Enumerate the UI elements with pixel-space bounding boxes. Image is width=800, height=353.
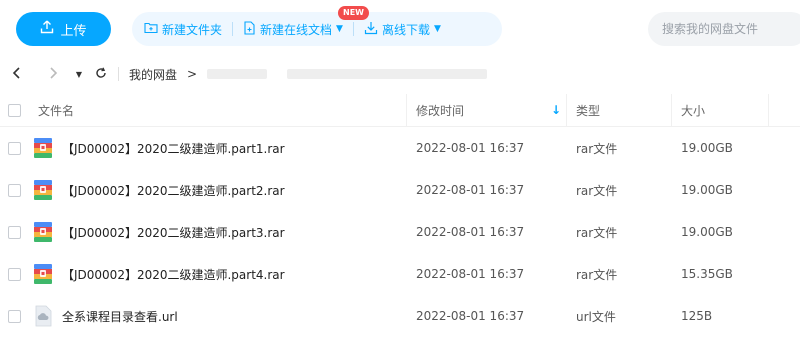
divider xyxy=(118,67,119,81)
file-size: 19.00GB xyxy=(681,225,733,239)
forward-button[interactable] xyxy=(42,63,64,85)
caret-down-icon: ▼ xyxy=(75,69,83,79)
file-modified: 2022-08-01 16:37 xyxy=(416,267,525,281)
column-header-type[interactable]: 类型 xyxy=(576,94,600,126)
search-box[interactable] xyxy=(648,12,800,46)
rar-archive-icon xyxy=(33,211,53,253)
new-folder-label: 新建文件夹 xyxy=(162,22,223,37)
file-size: 125B xyxy=(681,309,713,323)
action-group: 新建文件夹 新建在线文档 ▼ 离线下载 ▼ xyxy=(132,12,502,46)
file-type: rar文件 xyxy=(576,225,618,240)
row-checkbox[interactable] xyxy=(8,225,21,239)
caret-down-icon: ▼ xyxy=(336,24,343,34)
toolbar: 上传 新建文件夹 新建在线文档 ▼ 离线下载 ▼ NEW xyxy=(0,0,800,56)
file-type: rar文件 xyxy=(576,141,618,156)
new-folder-icon xyxy=(144,21,158,37)
table-row[interactable]: 【JD00002】2020二级建造师.part2.rar 2022-08-01 … xyxy=(0,169,800,211)
file-modified: 2022-08-01 16:37 xyxy=(416,183,525,197)
new-online-doc-label: 新建在线文档 xyxy=(260,22,333,37)
breadcrumb-redacted xyxy=(287,69,488,79)
rar-archive-icon xyxy=(33,169,53,211)
new-doc-icon xyxy=(243,20,256,38)
chevron-left-icon xyxy=(12,66,22,82)
url-file-icon xyxy=(33,295,53,337)
table-row[interactable]: 【JD00002】2020二级建造师.part4.rar 2022-08-01 … xyxy=(0,253,800,295)
refresh-button[interactable] xyxy=(90,63,112,85)
search-input[interactable] xyxy=(660,21,800,37)
file-name[interactable]: 全系课程目录查看.url xyxy=(62,295,178,337)
file-size: 19.00GB xyxy=(681,183,733,197)
table-row[interactable]: 【JD00002】2020二级建造师.part3.rar 2022-08-01 … xyxy=(0,211,800,253)
column-header-name[interactable]: 文件名 xyxy=(38,94,74,126)
offline-download-button[interactable]: 离线下载 ▼ xyxy=(364,21,441,38)
file-type: rar文件 xyxy=(576,267,618,282)
file-size: 15.35GB xyxy=(681,267,733,281)
file-name[interactable]: 【JD00002】2020二级建造师.part3.rar xyxy=(62,211,285,253)
row-checkbox[interactable] xyxy=(8,141,21,155)
file-size: 19.00GB xyxy=(681,141,733,155)
select-all-checkbox-cell[interactable] xyxy=(8,94,21,126)
file-modified: 2022-08-01 16:37 xyxy=(416,225,525,239)
breadcrumb-separator: > xyxy=(187,67,198,81)
table-header: 文件名 修改时间 ↓ 类型 大小 xyxy=(0,94,800,127)
table-row[interactable]: 【JD00002】2020二级建造师.part1.rar 2022-08-01 … xyxy=(0,127,800,169)
breadcrumb: ▼ 我的网盘 > xyxy=(0,60,800,88)
breadcrumb-root[interactable]: 我的网盘 xyxy=(129,66,177,83)
file-table: 文件名 修改时间 ↓ 类型 大小 【JD00002】2020二级建造师.part… xyxy=(0,94,800,337)
file-modified: 2022-08-01 16:37 xyxy=(416,309,525,323)
rar-archive-icon xyxy=(33,127,53,169)
offline-download-label: 离线下载 xyxy=(381,22,430,37)
file-modified: 2022-08-01 16:37 xyxy=(416,141,525,155)
sort-arrow-icon[interactable]: ↓ xyxy=(551,94,561,126)
row-checkbox[interactable] xyxy=(8,183,21,197)
refresh-icon xyxy=(95,67,107,82)
file-name[interactable]: 【JD00002】2020二级建造师.part4.rar xyxy=(62,253,285,295)
column-divider xyxy=(768,94,769,126)
column-divider xyxy=(566,94,567,126)
download-icon xyxy=(364,21,378,38)
new-badge: NEW xyxy=(338,6,369,20)
file-type: url文件 xyxy=(576,309,616,324)
file-type: rar文件 xyxy=(576,183,618,198)
divider xyxy=(232,22,234,36)
row-checkbox[interactable] xyxy=(8,267,21,281)
rar-archive-icon xyxy=(33,253,53,295)
chevron-right-icon xyxy=(48,66,58,82)
new-online-doc-button[interactable]: 新建在线文档 ▼ xyxy=(243,20,343,38)
file-name[interactable]: 【JD00002】2020二级建造师.part1.rar xyxy=(62,127,285,169)
select-all-checkbox[interactable] xyxy=(8,103,21,117)
file-name[interactable]: 【JD00002】2020二级建造师.part2.rar xyxy=(62,169,285,211)
column-header-size[interactable]: 大小 xyxy=(681,94,705,126)
divider xyxy=(352,22,354,36)
new-folder-button[interactable]: 新建文件夹 xyxy=(144,21,222,38)
column-divider xyxy=(671,94,672,126)
breadcrumb-redacted xyxy=(207,69,268,79)
column-divider xyxy=(406,94,407,126)
upload-icon xyxy=(40,20,54,38)
back-button[interactable] xyxy=(6,63,28,85)
caret-down-icon: ▼ xyxy=(433,24,441,34)
column-header-modified[interactable]: 修改时间 xyxy=(416,94,464,126)
table-row[interactable]: 全系课程目录查看.url 2022-08-01 16:37 url文件 125B xyxy=(0,295,800,337)
row-checkbox[interactable] xyxy=(8,309,21,323)
history-dropdown[interactable]: ▼ xyxy=(68,63,90,85)
upload-label: 上传 xyxy=(60,23,87,39)
upload-button[interactable]: 上传 xyxy=(16,12,111,46)
